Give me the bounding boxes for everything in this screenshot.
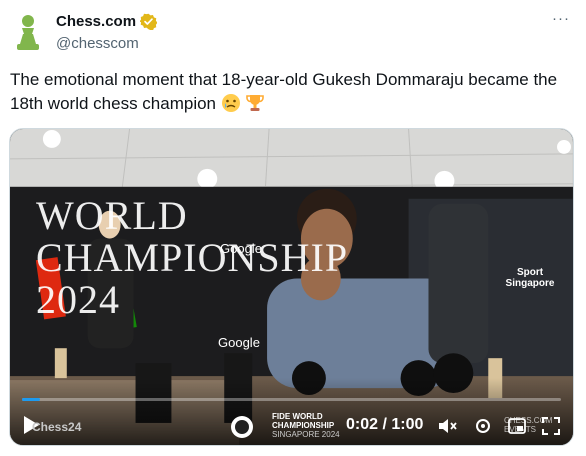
chess-pawn-icon[interactable] <box>10 12 46 52</box>
tweet-text: The emotional moment that 18-year-old Gu… <box>10 68 576 116</box>
fide-line-1: FIDE WORLD <box>272 412 323 421</box>
fullscreen-icon[interactable] <box>542 417 560 435</box>
video-progress-fill <box>22 398 40 401</box>
video-progress-bar[interactable] <box>22 398 561 401</box>
more-options-button[interactable]: ··· <box>552 10 570 27</box>
sponsor-logo-google: Google <box>220 241 262 256</box>
brand-chess24: Chess24 <box>32 420 82 434</box>
crying-face-emoji-icon <box>221 94 240 112</box>
chesscom-events-watermark: CHESS.COM EVENTS <box>504 416 553 434</box>
chess-board-logo-icon <box>231 416 253 438</box>
sponsor-logo-google-2: Google <box>218 335 260 350</box>
verified-badge-icon <box>140 13 158 30</box>
trophy-emoji-icon <box>246 95 265 111</box>
video-controls: Chess24 FIDE WORLD CHAMPIONSHIP SINGAPOR… <box>10 405 573 445</box>
championship-banner: WORLD CHAMPIONSHIP 2024 <box>36 193 346 322</box>
fide-line-3: SINGAPORE 2024 <box>272 430 340 439</box>
author-handle[interactable]: @chesscom <box>56 35 139 52</box>
mute-icon[interactable] <box>438 417 458 435</box>
fide-logo: FIDE WORLD CHAMPIONSHIP SINGAPORE 2024 <box>272 412 342 439</box>
video-time-display: 0:02 / 1:00 <box>346 416 424 433</box>
author-name[interactable]: Chess.com <box>56 13 136 30</box>
fide-line-2: CHAMPIONSHIP <box>272 421 335 430</box>
tweet-header: Chess.com @chesscom ··· <box>10 8 576 58</box>
video-player[interactable]: WORLD CHAMPIONSHIP 2024 Google Google Sp… <box>9 128 574 446</box>
tweet-body: The emotional moment that 18-year-old Gu… <box>10 70 558 113</box>
sponsor-logo-sport-singapore: Sport Singapore <box>505 267 555 289</box>
settings-gear-icon[interactable] <box>474 417 492 435</box>
